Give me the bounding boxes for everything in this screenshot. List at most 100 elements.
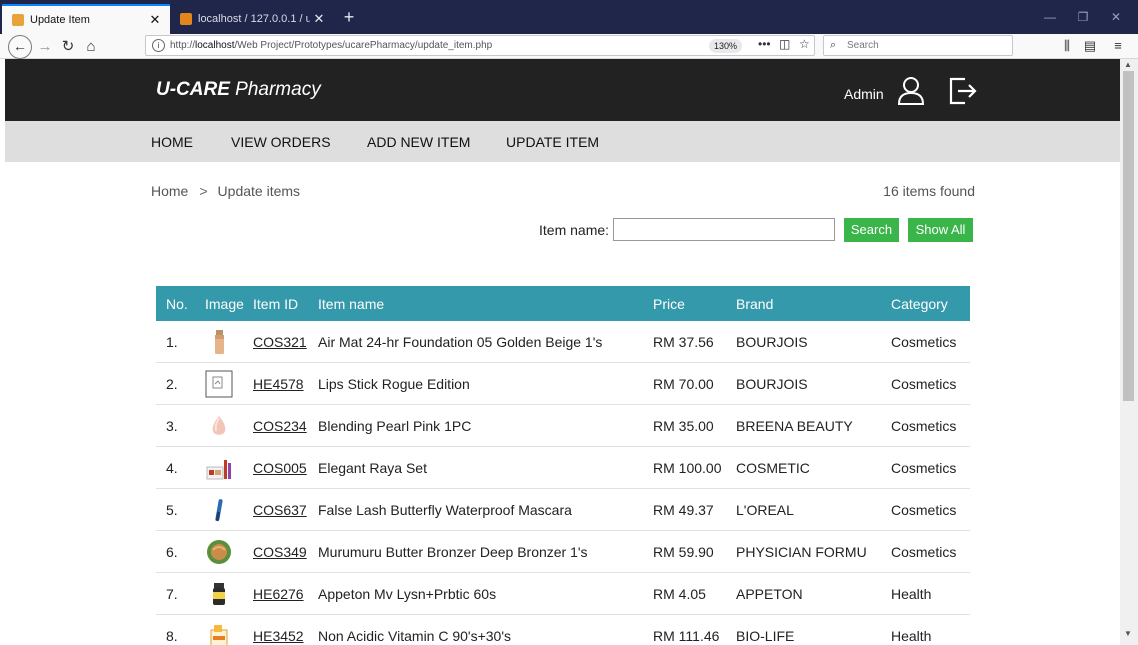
nav-view-orders[interactable]: VIEW ORDERS xyxy=(231,134,331,150)
scroll-down-icon[interactable]: ▼ xyxy=(1124,629,1132,638)
zoom-level-badge[interactable]: 130% xyxy=(709,39,743,53)
row-number: 3. xyxy=(166,418,178,434)
pink-sponge-icon xyxy=(212,416,226,435)
scroll-up-icon[interactable]: ▲ xyxy=(1124,60,1132,69)
sidebar-icon[interactable]: ▤ xyxy=(1080,36,1100,56)
row-number: 1. xyxy=(166,334,178,350)
item-id-link[interactable]: HE6276 xyxy=(253,586,304,602)
pocket-icon[interactable]: ◫ xyxy=(779,37,790,51)
item-brand: PHYSICIAN FORMU xyxy=(736,544,867,560)
row-number: 6. xyxy=(166,544,178,560)
row-number: 7. xyxy=(166,586,178,602)
table-body: 1. COS321 Air Mat 24-hr Foundation 05 Gold… xyxy=(156,321,970,645)
restore-window-icon[interactable]: ❐ xyxy=(1073,9,1093,25)
page-actions-icon[interactable]: ••• xyxy=(758,37,771,51)
back-arrow-icon[interactable]: ← xyxy=(8,35,32,59)
item-id-link[interactable]: COS349 xyxy=(253,544,307,560)
url-text[interactable]: http://localhost/Web Project/Prototypes/… xyxy=(170,40,492,51)
items-found-count: 16 items found xyxy=(883,183,975,199)
url-path: /Web Project/Prototypes/ucarePharmacy/up… xyxy=(234,40,493,51)
item-brand: COSMETIC xyxy=(736,460,810,476)
item-category: Health xyxy=(891,628,932,644)
tab-update-item[interactable]: Update Item ✕ xyxy=(2,4,170,34)
show-all-button[interactable]: Show All xyxy=(908,218,973,242)
item-name: Elegant Raya Set xyxy=(318,460,427,476)
new-tab-plus-icon[interactable]: + xyxy=(340,7,358,27)
site-nav: HOME VIEW ORDERS ADD NEW ITEM UPDATE ITE… xyxy=(5,121,1120,162)
forward-arrow-icon[interactable]: → xyxy=(34,36,56,58)
minimize-window-icon[interactable]: — xyxy=(1040,9,1060,25)
user-profile-icon[interactable] xyxy=(897,76,925,106)
item-category: Cosmetics xyxy=(891,376,957,392)
nav-home[interactable]: HOME xyxy=(151,134,193,150)
close-window-icon[interactable]: ✕ xyxy=(1106,9,1126,25)
library-icon[interactable]: ⫼ xyxy=(1057,36,1077,56)
item-price: RM 59.90 xyxy=(653,544,714,560)
logo-bold: U-CARE xyxy=(156,79,230,100)
col-brand: Brand xyxy=(736,296,774,312)
item-category: Cosmetics xyxy=(891,334,957,350)
search-button[interactable]: Search xyxy=(844,218,899,242)
home-icon[interactable]: ⌂ xyxy=(80,36,102,58)
bookmark-star-icon[interactable]: ☆ xyxy=(799,37,810,51)
item-brand: BOURJOIS xyxy=(736,376,808,392)
breadcrumb-current: Update items xyxy=(217,183,301,199)
item-brand: BREENA BEAUTY xyxy=(736,418,853,434)
scrollbar-thumb[interactable] xyxy=(1123,71,1134,401)
table-row: 3. COS234 Blending Pearl Pink 1PC RM 35.00 B… xyxy=(156,405,970,447)
browser-search-bar[interactable]: ⌕ Search xyxy=(823,35,1013,56)
row-number: 5. xyxy=(166,502,178,518)
item-price: RM 35.00 xyxy=(653,418,714,434)
breadcrumb: Home > Update items xyxy=(151,183,300,199)
col-item-name: Item name xyxy=(318,296,385,312)
admin-label: Admin xyxy=(844,86,884,102)
col-category: Category xyxy=(891,296,948,312)
item-name: Murumuru Butter Bronzer Deep Bronzer 1's xyxy=(318,544,588,560)
col-price: Price xyxy=(653,296,685,312)
browser-search-placeholder: Search xyxy=(847,40,879,51)
site-logo[interactable]: U-CARE Pharmacy xyxy=(156,79,321,101)
reload-icon[interactable]: ↻ xyxy=(57,36,79,58)
close-tab-icon[interactable]: ✕ xyxy=(310,11,328,27)
page-scrollbar[interactable]: ▲ ▼ xyxy=(1120,59,1138,645)
item-table: No. Image Item ID Item name Price Brand … xyxy=(156,286,970,645)
item-brand: APPETON xyxy=(736,586,803,602)
nav-add-new-item[interactable]: ADD NEW ITEM xyxy=(367,134,470,150)
item-name: Blending Pearl Pink 1PC xyxy=(318,418,472,434)
item-brand: L'OREAL xyxy=(736,502,794,518)
item-id-link[interactable]: COS005 xyxy=(253,460,307,476)
row-number: 4. xyxy=(166,460,178,476)
close-tab-icon[interactable]: ✕ xyxy=(146,12,164,28)
item-id-link[interactable]: HE3452 xyxy=(253,628,304,644)
item-name-input[interactable] xyxy=(613,218,835,241)
item-category: Cosmetics xyxy=(891,418,957,434)
item-id-link[interactable]: HE4578 xyxy=(253,376,304,392)
item-price: RM 37.56 xyxy=(653,334,714,350)
item-price: RM 49.37 xyxy=(653,502,714,518)
item-name: Appeton Mv Lysn+Prbtic 60s xyxy=(318,586,497,602)
item-brand: BIO-LIFE xyxy=(736,628,795,644)
site-info-icon[interactable]: i xyxy=(152,39,165,52)
url-bar[interactable]: i http://localhost/Web Project/Prototype… xyxy=(145,35,815,56)
table-row: 5. COS637 False Lash Butterfly Waterproof … xyxy=(156,489,970,531)
broken-image-icon xyxy=(205,370,233,398)
menu-hamburger-icon[interactable]: ≡ xyxy=(1108,36,1128,56)
item-price: RM 100.00 xyxy=(653,460,722,476)
url-prefix: http:// xyxy=(170,40,196,51)
tab-phpmyadmin[interactable]: localhost / 127.0.0.1 / ucarepha ✕ xyxy=(170,3,334,34)
nav-update-item[interactable]: UPDATE ITEM xyxy=(506,134,599,150)
foundation-tube-icon xyxy=(215,330,224,354)
item-name: Non Acidic Vitamin C 90's+30's xyxy=(318,628,512,644)
item-id-link[interactable]: COS321 xyxy=(253,334,307,350)
col-image: Image xyxy=(205,296,244,312)
phpmyadmin-favicon-icon xyxy=(180,12,192,25)
logout-icon[interactable] xyxy=(948,76,978,106)
breadcrumb-home[interactable]: Home xyxy=(151,183,188,199)
item-category: Cosmetics xyxy=(891,544,957,560)
site-header: U-CARE Pharmacy Admin xyxy=(5,59,1120,121)
tab-title: localhost / 127.0.0.1 / ucarepha xyxy=(198,12,310,25)
item-id-link[interactable]: COS637 xyxy=(253,502,307,518)
mascara-icon xyxy=(215,499,223,522)
table-row: 6. COS349 Murumuru Butter Bronzer Deep Bro… xyxy=(156,531,970,573)
item-id-link[interactable]: COS234 xyxy=(253,418,307,434)
